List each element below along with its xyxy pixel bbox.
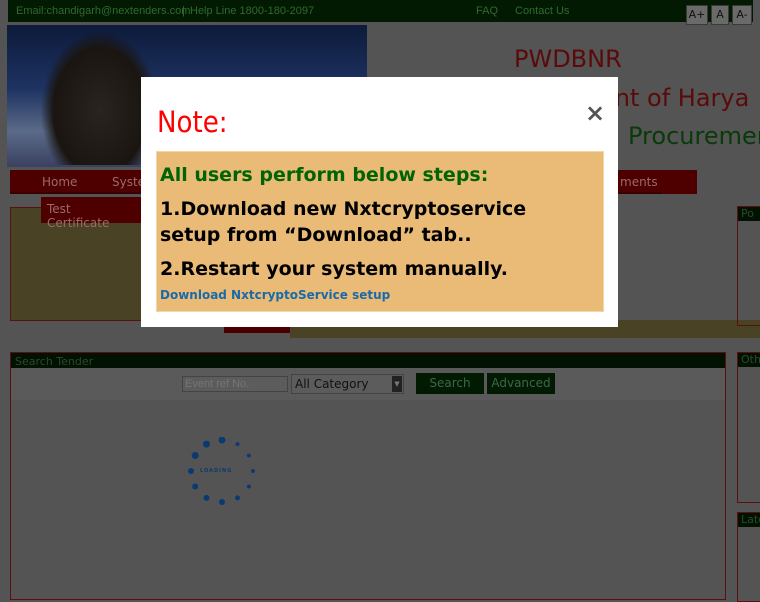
helpline-text: Help Line 1800-180-2097 [190, 5, 315, 17]
category-select[interactable]: All Category ▼ [291, 374, 404, 394]
spinner-dot [191, 452, 199, 459]
note-heading: All users perform below steps: [160, 164, 489, 186]
top-bar: Email:chandigarh@nextenders.com | Help L… [8, 0, 753, 22]
spinner-dot [203, 440, 210, 448]
spinner-dot [188, 468, 194, 474]
step-1: 1.Download new Nxtcryptoservice setup fr… [160, 198, 527, 246]
side-panel-po: Po [737, 206, 760, 326]
faq-link[interactable]: FAQ [476, 5, 498, 17]
note-box: All users perform below steps: 1.Downloa… [156, 151, 604, 312]
search-button[interactable]: Search [416, 373, 484, 394]
separator: | [182, 5, 185, 17]
spinner-dot [235, 495, 240, 501]
search-tender-panel: Search Tender All Category ▼ Search Advan… [10, 352, 726, 600]
nav-test-certificate[interactable]: Test Certificate [41, 197, 141, 230]
email-text: Email:chandigarh@nextenders.com [16, 5, 191, 17]
font-decrease-button[interactable]: A- [732, 5, 752, 25]
loading-spinner: LOADING [187, 436, 259, 507]
spinner-dot [218, 436, 226, 444]
spinner-dot [246, 484, 251, 489]
spinner-dot [192, 483, 199, 490]
side-panel-latest: Late [737, 512, 760, 602]
chevron-down-icon: ▼ [392, 376, 402, 392]
spinner-dot [203, 494, 210, 501]
spinner-dot [246, 453, 251, 458]
note-modal: Note: × All users perform below steps: 1… [141, 77, 618, 327]
modal-title: Note: [157, 105, 228, 139]
header-subtitle: ent of Harya [600, 84, 750, 112]
spinner-dot [235, 442, 240, 447]
loading-text: LOADING [200, 468, 233, 474]
nav-documents[interactable]: ments [620, 175, 658, 189]
close-icon[interactable]: × [585, 99, 605, 127]
advanced-button[interactable]: Advanced [487, 373, 555, 394]
event-ref-input[interactable] [182, 376, 288, 392]
nav-home[interactable]: Home [42, 175, 77, 189]
nav-extra[interactable] [662, 170, 697, 194]
search-toolbar: All Category ▼ Search Advanced [11, 368, 725, 400]
spinner-dot [251, 469, 255, 473]
search-panel-title: Search Tender [11, 353, 725, 368]
header-title: PWDBNR [514, 45, 622, 73]
download-link[interactable]: Download NxtcryptoService setup [160, 288, 390, 302]
step-2: 2.Restart your system manually. [160, 258, 508, 280]
category-value: All Category [295, 377, 369, 391]
header-procurement: Procuremen [628, 122, 760, 150]
font-increase-button[interactable]: A+ [686, 5, 708, 25]
contact-link[interactable]: Contact Us [515, 5, 569, 17]
font-reset-button[interactable]: A [711, 5, 729, 25]
spinner-dot [219, 499, 225, 505]
side-panel-other: Oth [737, 352, 760, 503]
